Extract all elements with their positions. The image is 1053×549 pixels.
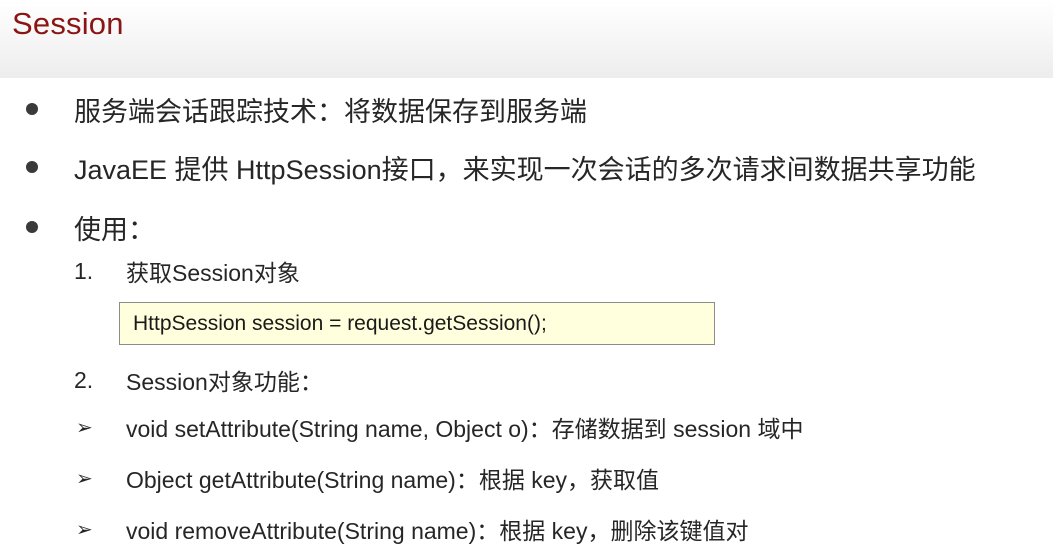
step-text: 获取Session对象 [126,260,300,286]
method-text: Object getAttribute(String name)：根据 key，… [126,467,659,493]
method-text: void setAttribute(String name, Object o)… [126,416,804,442]
step-number: 1. [74,257,94,284]
bullet-text: 服务端会话跟踪技术：将数据保存到服务端 [74,96,587,127]
bullet-text: 使用： [74,214,155,245]
page-title: Session [12,6,124,41]
bullet-dot-icon [26,103,38,115]
bullet-dot-icon [26,221,38,233]
arrow-bullet-icon: ➢ [76,518,93,541]
bullet-dot-icon [26,161,38,173]
title-band: Session [0,0,1053,78]
code-box: HttpSession session = request.getSession… [119,302,715,345]
code-line: HttpSession session = request.getSession… [133,311,547,335]
bullet-text: JavaEE 提供 HttpSession接口，来实现一次会话的多次请求间数据共… [74,154,976,185]
step-number: 2. [74,366,94,393]
arrow-bullet-icon: ➢ [76,416,93,439]
step-text: Session对象功能： [126,369,323,395]
arrow-bullet-icon: ➢ [76,467,93,490]
method-text: void removeAttribute(String name)：根据 key… [126,518,749,544]
